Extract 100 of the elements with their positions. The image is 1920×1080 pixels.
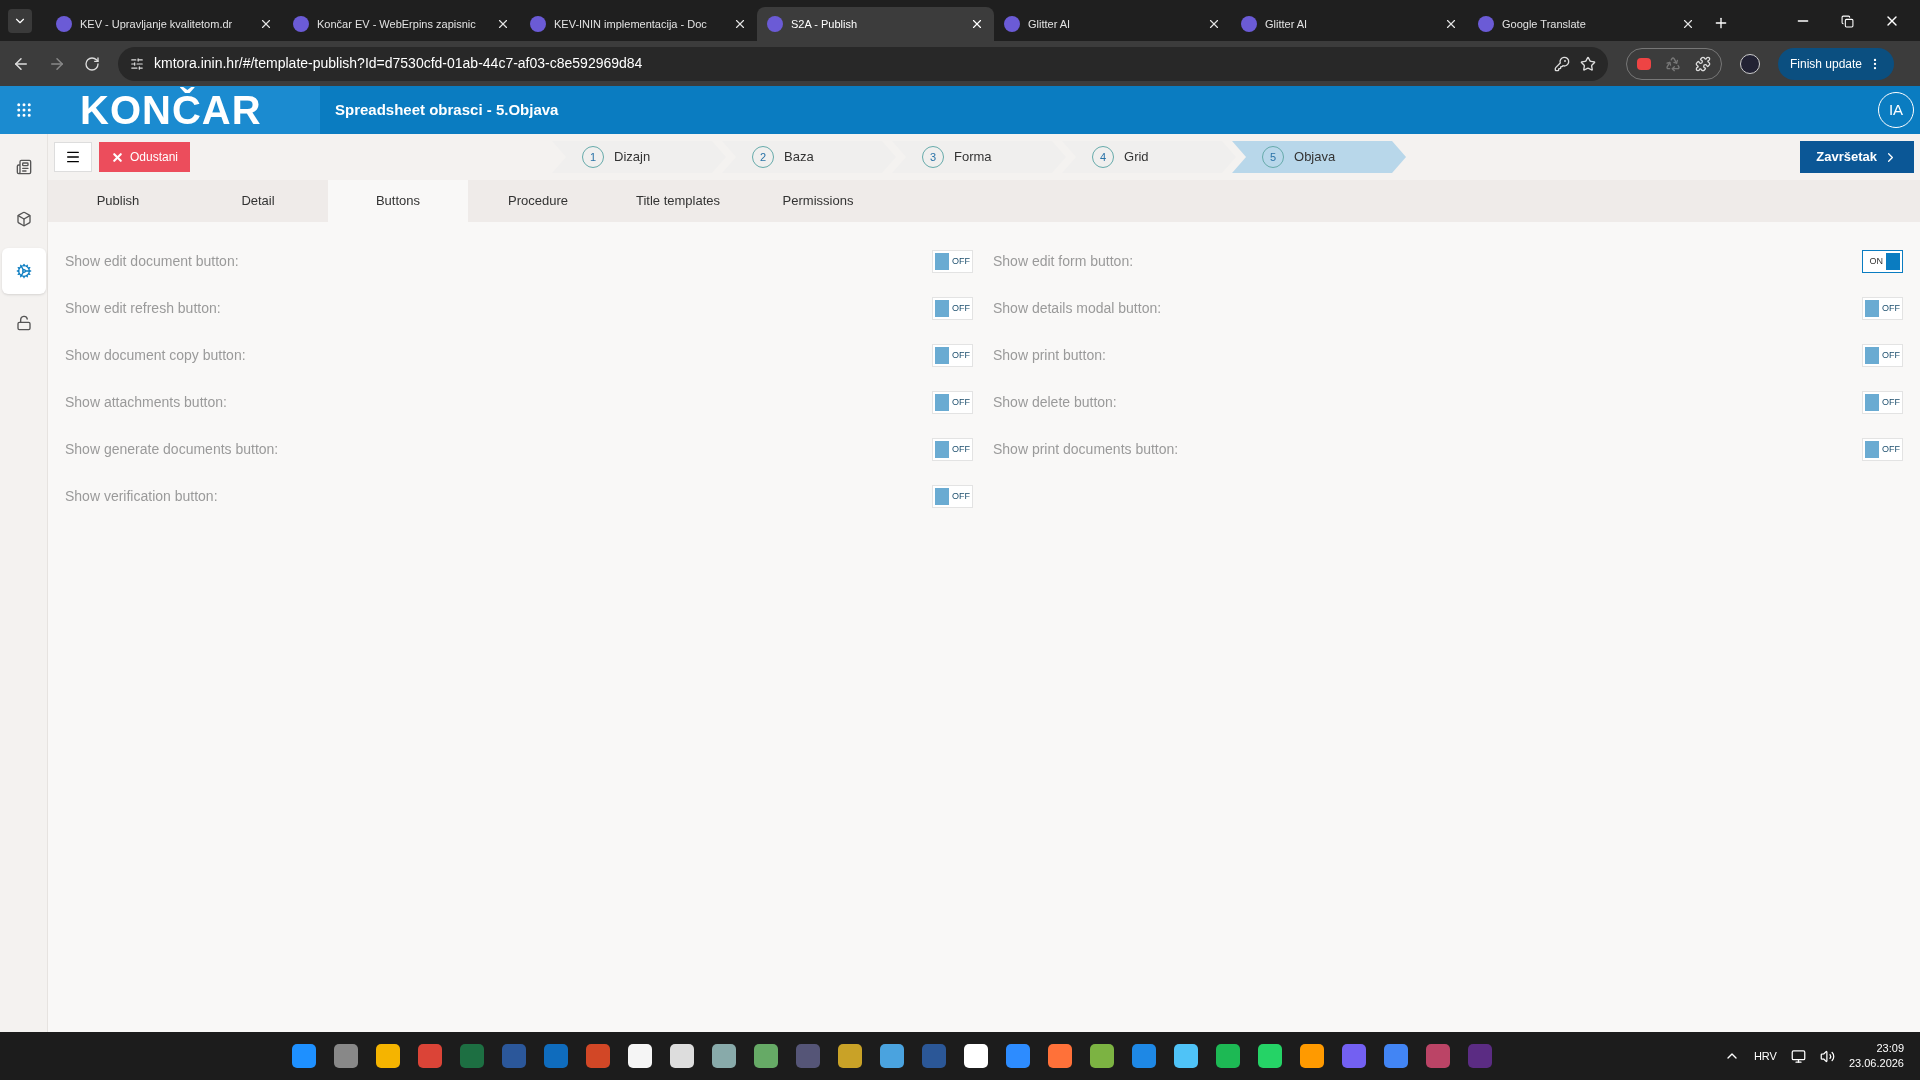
setting-label: Show delete button: — [993, 393, 1118, 412]
app-icon[interactable] — [879, 1044, 904, 1068]
tab-title: KEV-ININ implementacija - Doc — [554, 16, 708, 32]
browser-tab[interactable]: Google Translate — [1468, 7, 1705, 41]
language-indicator[interactable]: HRV — [1753, 1047, 1777, 1065]
address-field[interactable]: kmtora.inin.hr/#/template-publish?Id=d7530cfd-01ab-44c7-af03-c8e592969d84 — [118, 46, 1608, 81]
close-icon[interactable] — [259, 17, 273, 31]
site-icon — [530, 16, 546, 32]
profile-avatar[interactable] — [1740, 53, 1760, 74]
tab[interactable]: Buttons — [328, 180, 468, 222]
tab-title: Končar EV - WebErpins zapisnic — [317, 16, 477, 32]
app-icon[interactable] — [669, 1044, 694, 1068]
recycle-icon[interactable] — [1665, 55, 1681, 72]
close-icon[interactable] — [1207, 17, 1221, 31]
restore-icon[interactable] — [1841, 15, 1854, 28]
toggle-switch[interactable]: OFF — [932, 250, 973, 273]
close-icon[interactable] — [496, 17, 510, 31]
reload-icon[interactable] — [84, 55, 100, 72]
tab[interactable]: Title templates — [608, 180, 748, 222]
app-icon[interactable] — [1299, 1044, 1324, 1068]
toggle-switch[interactable]: OFF — [932, 344, 973, 367]
clock-date[interactable]: 23.06.2026 — [1848, 1056, 1904, 1071]
wizard-step[interactable]: 1 Dizajn — [552, 141, 727, 173]
setting-label: Show attachments button: — [65, 393, 228, 412]
menu-icon — [65, 149, 81, 165]
setting-label: Show verification button: — [65, 487, 219, 506]
url-text: kmtora.inin.hr/#/template-publish?Id=d7530cfd-01ab-44c7-af03-c8e592969d84 — [154, 54, 644, 73]
cancel-button[interactable]: Odustani — [99, 142, 191, 172]
toggle-switch[interactable]: OFF — [1862, 297, 1903, 320]
site-icon — [1478, 16, 1494, 32]
site-icon — [293, 16, 309, 32]
toggle-switch[interactable]: OFF — [932, 391, 973, 414]
extension-icon[interactable] — [1637, 57, 1651, 70]
tab-title: Glitter AI — [1265, 16, 1309, 32]
app-icon[interactable] — [1215, 1044, 1240, 1068]
tab-list-button[interactable] — [8, 9, 32, 33]
close-icon[interactable] — [733, 17, 747, 31]
close-icon[interactable] — [970, 17, 984, 31]
toggle-switch[interactable]: OFF — [932, 438, 973, 461]
toggle-switch[interactable]: OFF — [932, 297, 973, 320]
app-icon[interactable] — [837, 1044, 862, 1068]
setting-label: Show details modal button: — [993, 299, 1163, 318]
site-icon — [1004, 16, 1020, 32]
gear-icon — [15, 263, 32, 279]
app-icon[interactable] — [375, 1044, 400, 1068]
tab[interactable]: Permissions — [748, 180, 888, 222]
site-icon — [1241, 16, 1257, 32]
app-icon[interactable] — [1257, 1044, 1282, 1068]
step-label: Dizajn — [614, 148, 651, 167]
finish-update-button[interactable]: Finish update — [1778, 47, 1895, 80]
tab-title: Google Translate — [1502, 16, 1587, 32]
step-label: Objava — [1294, 148, 1336, 167]
toggle-switch[interactable]: OFF — [932, 485, 973, 508]
newspaper-icon — [15, 159, 32, 175]
toggle-switch[interactable]: OFF — [1862, 438, 1903, 461]
extensions-icon[interactable] — [1695, 55, 1711, 72]
key-icon[interactable] — [1554, 55, 1570, 72]
tab[interactable]: Detail — [188, 180, 328, 222]
setting-label: Show edit refresh button: — [65, 299, 222, 318]
wizard-step[interactable]: 4 Grid — [1062, 141, 1237, 173]
setting-label: Show print button: — [993, 346, 1107, 365]
clock-time[interactable]: 23:09 — [1876, 1041, 1904, 1056]
wizard-step[interactable]: 2 Baza — [722, 141, 897, 173]
site-settings-icon[interactable] — [130, 56, 144, 71]
app-icon[interactable] — [963, 1044, 988, 1068]
app-icon[interactable] — [1089, 1044, 1114, 1068]
app-icon[interactable] — [627, 1044, 652, 1068]
browser-tab[interactable]: Glitter AI — [994, 7, 1231, 41]
tab[interactable]: Procedure — [468, 180, 608, 222]
site-icon — [56, 16, 72, 32]
wizard-step[interactable]: 3 Forma — [892, 141, 1067, 173]
wizard-step[interactable]: 5 Objava — [1232, 141, 1407, 173]
menu-button[interactable] — [54, 142, 92, 172]
browser-tab[interactable]: Končar EV - WebErpins zapisnic — [283, 7, 520, 41]
bookmark-icon[interactable] — [1580, 55, 1596, 72]
app-icon[interactable] — [753, 1044, 778, 1068]
app-icon[interactable] — [1173, 1044, 1198, 1068]
setting-label: Show print documents button: — [993, 440, 1180, 459]
browser-tab[interactable]: KEV - Upravljanje kvalitetom.dr — [46, 7, 283, 41]
app-icon[interactable] — [1047, 1044, 1072, 1068]
step-label: Grid — [1124, 148, 1149, 167]
tab-title: Glitter AI — [1028, 16, 1072, 32]
setting-label: Show generate documents button: — [65, 440, 280, 459]
app-icon[interactable] — [711, 1044, 736, 1068]
tab[interactable]: Publish — [48, 180, 188, 222]
apps-grid-icon[interactable] — [15, 101, 33, 119]
unlock-icon — [15, 315, 32, 331]
close-icon[interactable] — [1444, 17, 1458, 31]
finish-button[interactable]: Završetak — [1800, 141, 1914, 173]
toggle-switch[interactable]: ON — [1862, 250, 1903, 273]
toggle-switch[interactable]: OFF — [1862, 391, 1903, 414]
close-icon[interactable] — [1681, 17, 1695, 31]
sidebar-item[interactable] — [1, 248, 46, 294]
toggle-switch[interactable]: OFF — [1862, 344, 1903, 367]
new-tab-icon[interactable] — [1713, 15, 1729, 31]
setting-label: Show edit form button: — [993, 252, 1135, 271]
browser-tab[interactable]: Glitter AI — [1231, 7, 1468, 41]
browser-tab[interactable]: KEV-ININ implementacija - Doc — [520, 7, 757, 41]
browser-tab[interactable]: S2A - Publish — [757, 7, 994, 41]
volume-icon[interactable] — [1819, 1048, 1835, 1064]
